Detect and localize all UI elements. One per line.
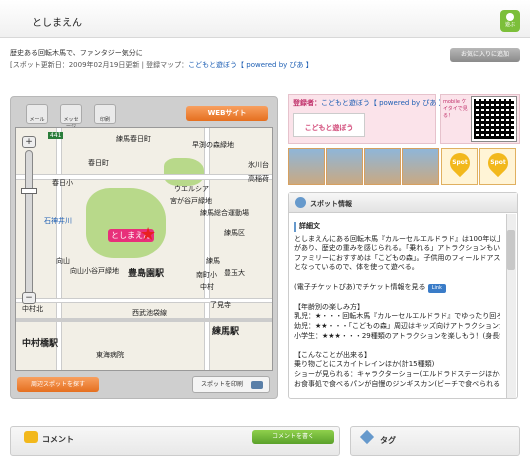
section-heading: 【年齢別の楽しみ方】 <box>294 302 364 311</box>
detail-text: があり、歴史の重みを感じられる。「乗れる」アトラクションもいいが、 <box>294 244 500 253</box>
zoom-out-button[interactable]: − <box>22 292 36 304</box>
registrant-banner[interactable]: こどもと遊ぼう <box>293 113 365 137</box>
registrant-label: 登録者： <box>293 99 321 107</box>
detail-subtitle: 詳細文 <box>294 222 500 232</box>
map-label: 向山小谷戸緑地 <box>70 267 119 275</box>
qr-code <box>471 96 517 142</box>
activity-item: お食事処で食べるパンが自慢のジンギスカン(ビーチで食べられる) <box>294 379 500 388</box>
mobile-label: mobile ケイタイで見る！ <box>443 99 468 119</box>
info-star-icon <box>295 197 306 208</box>
comment-icon <box>24 431 38 443</box>
activity-item: ショーが見られる：キャラクターショー(エルドラドステージほか、無料) <box>294 369 500 378</box>
map-label: 南町小 <box>196 271 217 279</box>
detail-text: ファミリーにおすすめは「こどもの森」。子供用のフィールドアスレチック <box>294 253 500 262</box>
category-play-icon[interactable]: 遊ぶ <box>500 10 520 32</box>
ticket-line: (電子チケットぴあ)でチケット情報を見る Link <box>294 283 500 294</box>
message-button[interactable]: メッセージ <box>60 104 82 130</box>
zoom-in-button[interactable]: + <box>22 136 36 148</box>
fun-item: 乳児：★・・・回転木馬『カルーセルエルドラド』でゆったり回ろう <box>294 312 500 321</box>
registrant-line: 登録者：こどもと遊ぼう【 powered by ぴあ 】 <box>293 98 446 108</box>
print-spot-label: スポットを印刷 <box>201 381 244 388</box>
tag-title: タグ <box>380 436 396 445</box>
detail-text: となっているので、体を使って遊べる。 <box>294 263 419 272</box>
map-label: 中村橋駅 <box>22 339 59 349</box>
ticket-link-button[interactable]: Link <box>427 283 446 294</box>
spot-placeholder[interactable]: Spot <box>441 148 478 185</box>
comment-title: コメント <box>42 435 74 444</box>
write-comment-button[interactable]: コメントを書く <box>252 430 334 444</box>
print-spot-button[interactable]: スポットを印刷 <box>192 376 270 393</box>
tag-section <box>350 426 520 456</box>
map-label: 練馬総合運動場 <box>200 209 249 217</box>
spot-info-title: スポット情報 <box>310 200 352 208</box>
map-label: 練馬春日町 <box>116 135 151 143</box>
zoom-slider-track[interactable] <box>25 150 33 300</box>
road <box>16 298 272 303</box>
map-label: 向山 <box>56 257 70 265</box>
section-heading: 【こんなことが出来る】 <box>294 350 371 359</box>
map-label: 東海病院 <box>96 351 124 359</box>
registered-map-link[interactable]: こどもと遊ぼう【 powered by ぴあ 】 <box>188 61 313 69</box>
photo-thumbnail[interactable] <box>288 148 325 185</box>
map-label: 練馬 <box>206 257 220 265</box>
park-area <box>86 188 166 258</box>
update-date-text: [スポット更新日：2009年02月19日更新 | 登録マップ： <box>10 61 189 69</box>
photo-thumbnail[interactable] <box>402 148 439 185</box>
map-label: 春日小 <box>52 179 73 187</box>
map-label: 宮が谷戸緑地 <box>170 197 212 205</box>
road <box>204 128 210 370</box>
map-label: 豊玉大 <box>224 269 245 277</box>
road-number-badge: 441 <box>48 132 64 139</box>
spot-marker-icon[interactable]: ★ <box>140 226 156 244</box>
map-label: 高稲荷 <box>248 175 269 183</box>
registrant-link[interactable]: こどもと遊ぼう【 powered by ぴあ 】 <box>321 99 446 107</box>
spot-info-body: 詳細文 としまえんにある回転木馬『カルーセルエルドラド』は100年以上の歴史 が… <box>294 222 500 398</box>
map-label: 春日町 <box>88 159 109 167</box>
map-label: 中村 <box>200 283 214 291</box>
page-title: としまえん <box>32 18 82 29</box>
spot-catchphrase: 歴史ある回転木馬で、ファンタジー気分に <box>10 49 143 57</box>
map-label: 氷川台 <box>248 161 269 169</box>
map-label: 豊島園駅 <box>128 269 165 279</box>
add-favorite-button[interactable]: お気に入りに追加 <box>450 48 520 62</box>
photo-thumbnail[interactable] <box>364 148 401 185</box>
fun-item: 小学生：★★★・・・29種類のアトラクションを楽しもう！(身長制限あり) <box>294 331 500 340</box>
activity-item: 乗り物ごとにスカイトレインほか(計15種類) <box>294 360 435 369</box>
find-nearby-button[interactable]: 周辺スポットを探す <box>17 377 99 392</box>
website-button[interactable]: WEBサイト <box>186 106 268 121</box>
map-label: 西武池袋線 <box>132 309 167 317</box>
print-icon-button[interactable]: 印刷 <box>94 104 116 124</box>
map-label: 練馬区 <box>224 229 245 237</box>
printer-icon <box>251 380 264 389</box>
map-view[interactable]: + − 441 練馬春日町 早渕の森緑地 高稲荷 氷川台 練馬区 豊玉大 春日小… <box>15 127 273 371</box>
map-label: 石神井川 <box>44 217 72 225</box>
map-label: 了見寺 <box>210 301 231 309</box>
zoom-control[interactable]: + − <box>20 136 38 304</box>
fun-item: 幼児：★★・・・「こどもの森」周辺はキッズ向けアトラクションがぞろぞろ <box>294 321 500 330</box>
park-area <box>164 158 204 186</box>
detail-text: としまえんにある回転木馬『カルーセルエルドラド』は100年以上の歴史 <box>294 234 500 243</box>
road <box>56 128 62 370</box>
map-label: 練馬駅 <box>212 327 240 337</box>
railway <box>16 318 272 322</box>
map-label: 早渕の森緑地 <box>192 141 234 149</box>
spot-placeholder[interactable]: Spot <box>479 148 516 185</box>
mail-button[interactable]: メール <box>26 104 48 124</box>
ticket-text: (電子チケットぴあ)でチケット情報を見る <box>294 282 426 291</box>
zoom-slider-handle[interactable] <box>21 188 37 194</box>
map-label: ウエルシア <box>174 185 209 193</box>
map-label: 中村北 <box>22 305 43 313</box>
scrollbar-thumb[interactable] <box>507 230 515 270</box>
photo-thumbnail[interactable] <box>326 148 363 185</box>
spot-meta: [スポット更新日：2009年02月19日更新 | 登録マップ：こどもと遊ぼう【 … <box>10 60 313 70</box>
